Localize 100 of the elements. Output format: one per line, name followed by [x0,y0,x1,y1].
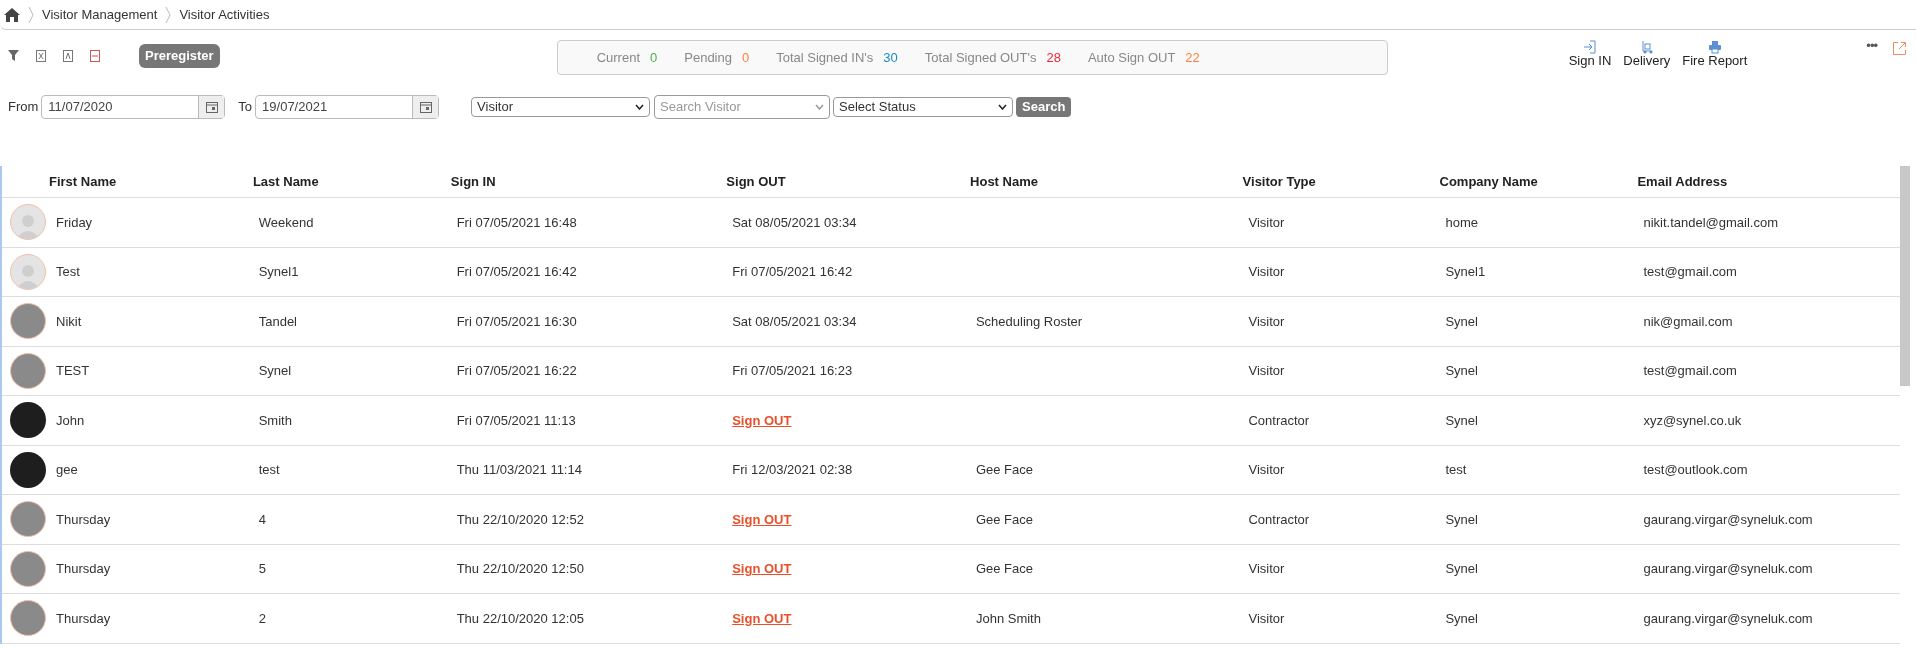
stat-count: 28 [1046,48,1061,67]
table-cell-text: Fri 07/05/2021 16:42 [732,263,853,281]
column-header[interactable]: Company Name [1439,173,1538,189]
table-cell-text: Tandel [258,312,297,331]
printer-icon [1707,40,1722,54]
sign-out-link[interactable]: Sign OUT [732,608,792,628]
toolbar-action[interactable]: Sign IN [1568,40,1612,68]
table-cell-text: Fri 07/05/2021 16:23 [732,362,853,380]
table-cell-text: Gee Face [975,560,1033,578]
table-cell-text: Scheduling Roster [975,312,1083,331]
table-cell-text: gaurang.virgar@syneluk.com [1643,560,1813,578]
field-label: To [238,98,253,117]
column-header[interactable]: Email Address [1637,173,1728,189]
breadcrumb-link[interactable]: Visitor Management [42,4,158,25]
chevron-icon [165,5,172,24]
stat-count: 22 [1185,48,1200,67]
table-cell-text: Synel [1445,411,1478,430]
scrollbar[interactable] [1900,166,1910,386]
table-cell-text: Thursday [56,609,111,628]
table-cell-text: Visitor [1248,312,1285,331]
more-icon[interactable]: ••• [1866,42,1877,50]
table-cell-text: nikit.tandel@gmail.com [1643,213,1778,232]
sign-out-link[interactable]: Sign OUT [732,410,792,430]
table-cell-text: 2 [258,609,266,628]
table-cell-text: Gee Face [975,510,1033,529]
column-header[interactable]: Host Name [970,173,1038,189]
table-cell-text: 4 [258,510,266,529]
table-cell-text: Visitor [1248,263,1285,281]
person-silhouette-icon [16,262,40,289]
photo-placeholder [10,303,46,340]
table-cell-text: Fri 07/05/2021 16:22 [456,362,577,380]
table-cell-text: Synel [1445,312,1478,331]
column-header[interactable]: Visitor Type [1242,173,1316,189]
dropdown[interactable]: Visitor [471,97,651,117]
column-header[interactable]: Sign OUT [726,173,786,189]
stat-label: Auto Sign OUT [1087,48,1176,67]
table-cell-text: Thu 22/10/2020 12:50 [456,560,584,578]
csv-file-icon[interactable] [90,49,100,62]
table-cell-text: Fri 07/05/2021 16:30 [456,312,577,331]
table-cell-text: Synel [1445,609,1478,628]
photo-placeholder [10,501,46,538]
table-cell-text: Friday [56,213,93,232]
table-cell-text: Visitor [1248,560,1285,578]
table-cell-text: Sat 08/05/2021 03:34 [732,213,857,232]
table-cell-text: Thu 22/10/2020 12:05 [456,609,584,628]
table-cell-text: Smith [258,411,292,430]
column-header[interactable]: First Name [49,173,117,189]
table-cell-text: Thu 11/03/2021 11:14 [456,461,582,479]
preregister-button[interactable]: Preregister [139,44,220,68]
calendar-icon [205,101,218,113]
home-icon[interactable] [4,7,20,22]
stat-label: Pending [684,48,732,67]
person-silhouette-icon [16,213,40,240]
column-header[interactable]: Sign IN [450,173,496,189]
pdf-file-icon[interactable] [63,49,73,62]
table-cell-text: nik@gmail.com [1643,312,1733,331]
caret-icon [635,104,645,110]
table-cell-text: Test [56,263,80,281]
toolbar-action[interactable]: Fire Report [1682,40,1748,68]
sign-out-link[interactable]: Sign OUT [732,559,792,579]
table-cell-text: Thursday [56,560,111,578]
search-button[interactable]: Search [1016,97,1072,117]
table-cell-text: gaurang.virgar@syneluk.com [1643,609,1813,628]
photo-placeholder [10,402,46,439]
photo-placeholder [10,550,46,587]
column-header[interactable]: Last Name [252,173,319,189]
table-cell-text: xyz@synel.co.uk [1643,411,1742,430]
stat-label: Current [596,48,640,67]
excel-file-icon[interactable] [36,49,46,62]
caret-icon [815,104,825,110]
date-field[interactable]: 19/07/2021 [255,95,440,119]
table-cell-text: test@outlook.com [1643,461,1748,479]
sign-in-icon [1582,40,1597,54]
table-cell-text: Fri 07/05/2021 16:42 [456,263,577,281]
filter-icon[interactable] [8,50,19,62]
table-cell-text: test [1445,461,1467,479]
table-cell-text: John Smith [975,609,1041,628]
expand-icon[interactable] [1893,42,1906,55]
stat-label: Total Signed IN's [776,48,874,67]
dropdown[interactable]: Select Status [833,97,1014,117]
toolbar-action[interactable]: Delivery [1623,40,1671,68]
table-cell-text: Visitor [1248,609,1285,628]
sign-out-link[interactable]: Sign OUT [732,509,792,529]
breadcrumb-link[interactable]: Visitor Activities [179,4,270,25]
date-field[interactable]: 11/07/2020 [41,95,226,119]
photo-placeholder [10,451,46,488]
table-cell-text: Visitor [1248,461,1285,479]
table-cell-text: Contractor [1248,510,1310,529]
table-cell-text: John [56,411,85,430]
table-cell-text: test@gmail.com [1643,362,1737,380]
table-cell-text: Synel [1445,560,1478,578]
table-cell-text: Fri 07/05/2021 11:13 [456,411,576,430]
table-cell-text: gaurang.virgar@syneluk.com [1643,510,1813,529]
table-cell-text: Synel [1445,362,1478,380]
table-cell-text: Contractor [1248,411,1310,430]
stat-count: 0 [741,48,750,67]
table-cell-text: Sat 08/05/2021 03:34 [732,312,857,331]
table-cell-text: home [1445,213,1478,232]
table-cell-text: TEST [56,362,90,380]
table-cell-text: Fri 12/03/2021 02:38 [732,461,853,479]
